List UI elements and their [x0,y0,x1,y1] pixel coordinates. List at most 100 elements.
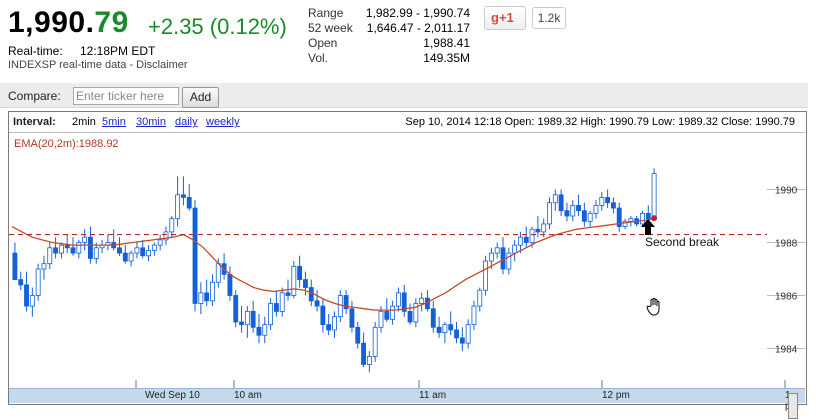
candle-body [378,310,384,328]
price-change: +2.35 (0.12%) [148,14,287,39]
candle-body [128,252,134,262]
price-chart[interactable]: 1990 1988 1986 1984 [9,133,805,388]
x-label-12pm: 12 pm [602,390,630,401]
add-compare-button[interactable]: Add [182,87,219,108]
candle-body [24,284,29,307]
stat-range-label: Range [308,6,344,20]
candle-body [587,212,593,222]
hand-cursor-icon [646,297,660,316]
candle-body [303,279,308,288]
candle-body [576,205,581,212]
y-tick-label: 1986 [775,292,798,303]
candle-body [547,202,552,225]
candle-body [320,305,326,326]
candle-body [454,329,459,339]
candle-body [314,300,320,307]
candle-body [332,316,337,331]
candle-body [279,292,285,312]
candle-body [570,205,576,217]
candle-body [488,252,494,262]
candle-body [651,173,657,220]
interval-link-daily[interactable]: daily [175,116,198,128]
candle-body [186,197,192,209]
candle-body [366,356,372,365]
candle-body [535,228,541,233]
candle-body [291,265,297,296]
interval-current-2min: 2min [72,116,96,128]
candle-body [210,281,215,302]
candle-body [198,292,204,304]
candle-body [518,236,523,246]
candle-body [169,218,175,233]
up-arrow-icon [641,219,655,235]
interval-label: Interval: [13,116,56,128]
candle-body [262,324,268,336]
candlestick-series [12,168,657,373]
candle-body [88,236,93,259]
x-label-sep10: Wed Sep 10 [145,390,200,401]
google-plus-one-button[interactable]: g+1 [484,6,526,30]
x-axis-labels: Wed Sep 10 10 am 11 am 12 pm 1 pm [9,389,805,412]
second-break-annotation: Second break [645,235,720,249]
interval-link-30min[interactable]: 30min [136,116,166,128]
candle-body [192,207,198,304]
y-tick-label: 1990 [775,186,798,197]
candle-body [564,210,570,217]
navigator-scroll-handle[interactable] [788,393,798,419]
candle-body [70,247,76,254]
candle-body [448,324,454,331]
candle-body [361,342,366,365]
realtime-time: 12:18PM EDT [80,44,156,58]
candle-body [151,244,157,251]
candle-body [407,310,413,323]
candle-body [157,239,163,246]
candle-body [436,326,442,334]
candle-body [326,324,332,331]
candle-body [459,337,465,344]
candle-body [244,310,250,326]
stat-range-value: 1,982.99 - 1,990.74 [365,6,470,20]
candle-body [82,236,88,243]
data-source-disclaimer[interactable]: INDEXSP real-time data - Disclaimer [8,59,188,71]
candle-body [204,292,210,302]
ema-indicator-label: EMA(20,2m):1988.92 [14,138,119,150]
candle-body [47,247,53,265]
x-axis [135,380,786,388]
candle-body [628,218,634,222]
candle-body [372,326,378,357]
interval-link-5min[interactable]: 5min [102,116,126,128]
candle-body [233,295,239,323]
candle-body [227,273,233,296]
stat-open-label: Open [308,36,338,50]
candle-body [477,289,483,307]
candle-body [355,326,361,344]
candle-body [552,194,558,204]
stat-volume-value: 149.35M [423,51,470,65]
last-price: 1,990.79 [8,6,129,40]
candle-body [599,197,605,206]
candle-body [250,310,256,328]
ema-line [11,217,658,311]
compare-ticker-input[interactable] [73,87,179,105]
gplus-label: g+1 [491,10,514,25]
candle-body [297,265,303,281]
candle-body [512,244,518,254]
candle-body [465,324,471,344]
candle-body [35,268,41,296]
interval-bar: Interval: 2min 5min 30min daily weekly S… [9,112,805,133]
realtime-label: Real-time: [8,44,63,58]
candle-body [337,295,343,318]
candle-body [529,228,535,243]
stat-52week-value: 1,646.47 - 2,011.17 [366,21,470,35]
candle-body [12,252,18,280]
candle-body [285,292,291,296]
candle-body [581,210,587,222]
candle-body [140,247,146,257]
candle-body [64,244,70,249]
candle-body [122,252,128,262]
interval-link-weekly[interactable]: weekly [206,116,240,128]
candle-body [256,326,262,336]
candle-body [268,303,274,326]
candle-body [390,305,396,320]
y-tick-label: 1988 [775,239,798,250]
